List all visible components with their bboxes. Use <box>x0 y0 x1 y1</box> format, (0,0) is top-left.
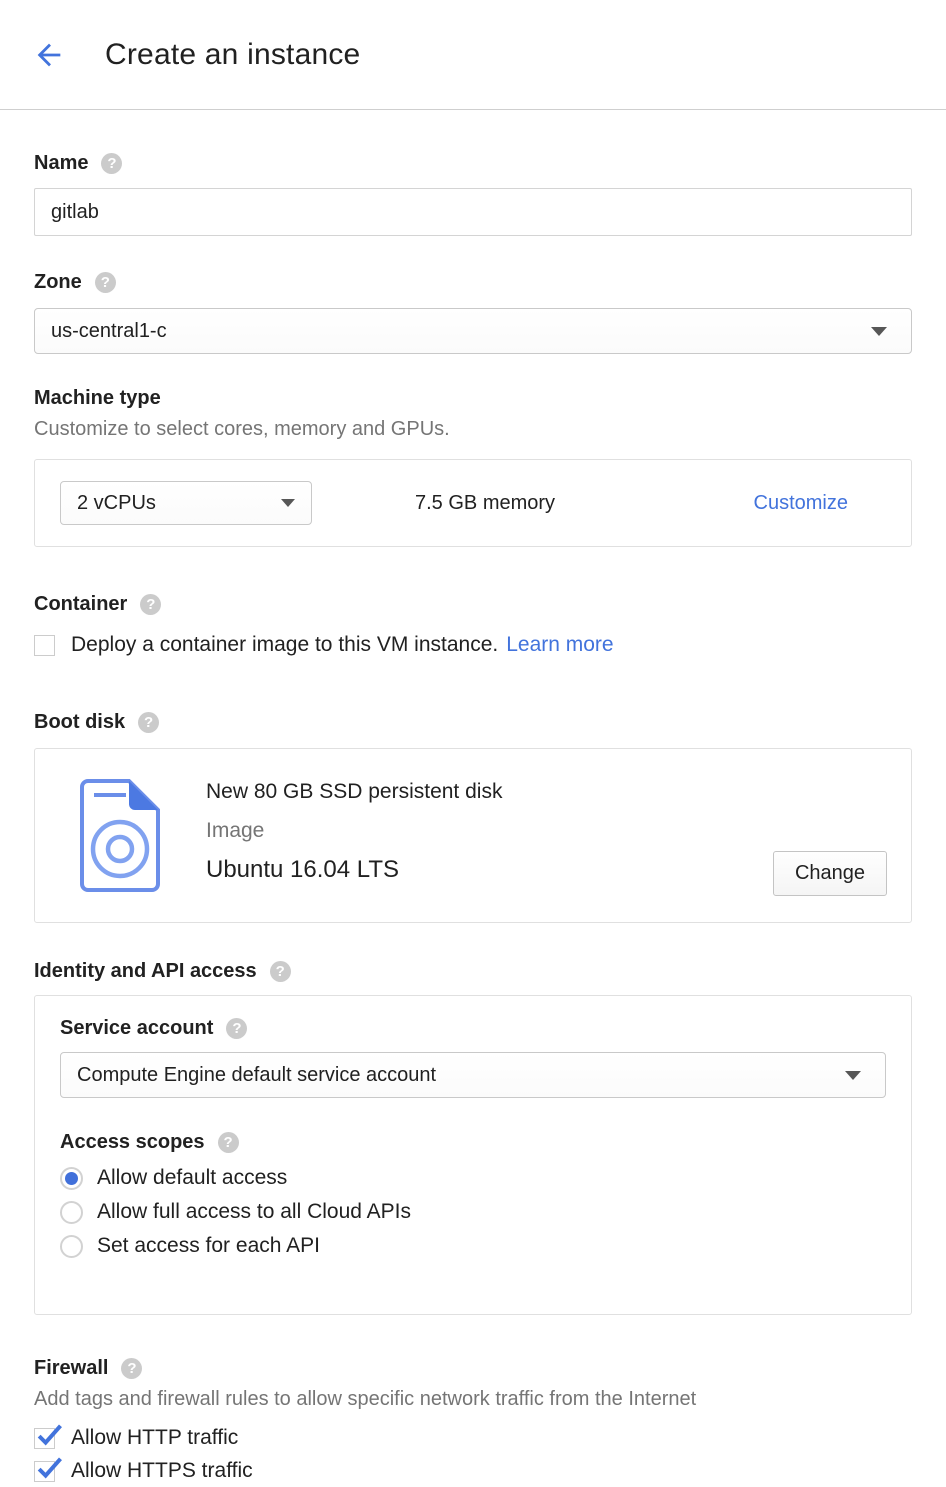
radio-label: Allow full access to all Cloud APIs <box>97 1200 411 1224</box>
zone-select-value: us-central1-c <box>51 320 167 343</box>
firewall-label: Firewall <box>34 1357 108 1380</box>
zone-label: Zone <box>34 271 82 294</box>
help-icon[interactable]: ? <box>138 712 159 733</box>
radio-icon <box>60 1235 83 1258</box>
back-button[interactable] <box>31 37 67 73</box>
disk-image-value: Ubuntu 16.04 LTS <box>206 856 502 884</box>
allow-https-label: Allow HTTPS traffic <box>71 1459 253 1483</box>
access-scopes-label: Access scopes <box>60 1131 205 1154</box>
allow-http-label: Allow HTTP traffic <box>71 1426 238 1450</box>
boot-disk-card: New 80 GB SSD persistent disk Image Ubun… <box>34 748 912 923</box>
identity-label: Identity and API access <box>34 960 257 983</box>
disk-image-label: Image <box>206 819 502 843</box>
boot-disk-label: Boot disk <box>34 711 125 734</box>
service-account-label: Service account <box>60 1017 213 1040</box>
help-icon[interactable]: ? <box>95 272 116 293</box>
allow-https-checkbox[interactable] <box>34 1461 55 1482</box>
chevron-down-icon <box>871 327 887 336</box>
name-input[interactable] <box>34 188 912 236</box>
name-label: Name <box>34 152 88 175</box>
radio-label: Allow default access <box>97 1166 287 1190</box>
help-icon[interactable]: ? <box>226 1018 247 1039</box>
checkmark-icon <box>34 1420 65 1451</box>
machine-type-subtitle: Customize to select cores, memory and GP… <box>34 418 912 441</box>
page-title: Create an instance <box>105 38 360 72</box>
checkmark-icon <box>34 1453 65 1484</box>
container-checkbox-label: Deploy a container image to this VM inst… <box>71 633 498 657</box>
container-label: Container <box>34 593 127 616</box>
service-account-value: Compute Engine default service account <box>77 1064 436 1087</box>
learn-more-link[interactable]: Learn more <box>506 633 613 657</box>
zone-select[interactable]: us-central1-c <box>34 308 912 354</box>
service-account-select[interactable]: Compute Engine default service account <box>60 1052 886 1098</box>
radio-allow-default-access[interactable]: Allow default access <box>60 1162 886 1194</box>
change-button[interactable]: Change <box>773 851 887 896</box>
radio-allow-full-access[interactable]: Allow full access to all Cloud APIs <box>60 1196 886 1228</box>
container-checkbox[interactable] <box>34 635 55 656</box>
memory-text: 7.5 GB memory <box>415 492 555 515</box>
identity-card: Service account ? Compute Engine default… <box>34 995 912 1315</box>
machine-type-label: Machine type <box>34 387 161 410</box>
header: Create an instance <box>0 0 946 110</box>
chevron-down-icon <box>281 499 295 507</box>
cpu-select[interactable]: 2 vCPUs <box>60 481 312 525</box>
arrow-back-icon <box>32 38 66 72</box>
disk-title: New 80 GB SSD persistent disk <box>206 780 502 804</box>
help-icon[interactable]: ? <box>218 1132 239 1153</box>
radio-label: Set access for each API <box>97 1234 320 1258</box>
help-icon[interactable]: ? <box>140 594 161 615</box>
firewall-subtitle: Add tags and firewall rules to allow spe… <box>34 1388 912 1411</box>
help-icon[interactable]: ? <box>121 1358 142 1379</box>
radio-icon <box>60 1167 83 1190</box>
machine-type-card: 2 vCPUs 7.5 GB memory Customize <box>34 459 912 547</box>
cpu-select-value: 2 vCPUs <box>77 492 156 515</box>
radio-icon <box>60 1201 83 1224</box>
disk-icon <box>72 778 168 922</box>
chevron-down-icon <box>845 1071 861 1080</box>
help-icon[interactable]: ? <box>270 961 291 982</box>
help-icon[interactable]: ? <box>101 153 122 174</box>
customize-link[interactable]: Customize <box>754 492 848 515</box>
allow-http-checkbox[interactable] <box>34 1428 55 1449</box>
radio-set-access-each-api[interactable]: Set access for each API <box>60 1230 886 1262</box>
